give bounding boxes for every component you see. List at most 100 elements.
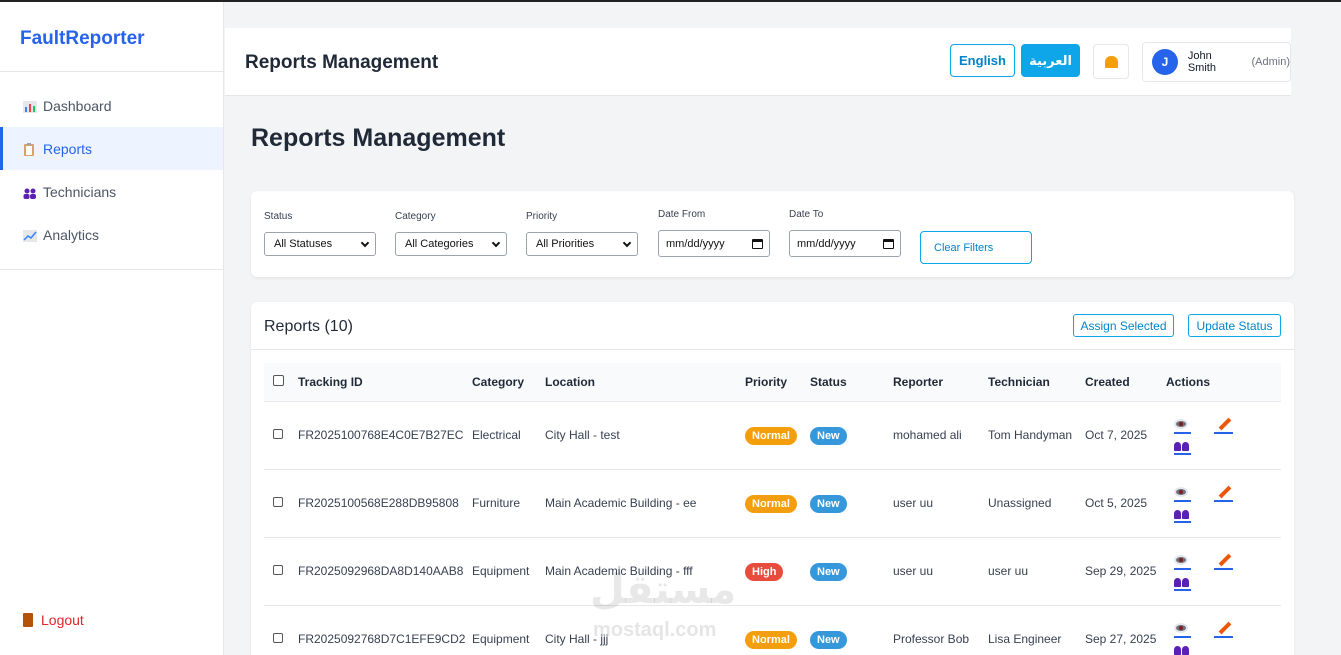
- priority-badge: Normal: [745, 494, 797, 513]
- brand-logo[interactable]: FaultReporter: [0, 2, 223, 72]
- priority-filter-label: Priority: [526, 211, 558, 222]
- location-cell: City Hall - jjj: [545, 604, 745, 655]
- view-eye-icon[interactable]: [1174, 487, 1188, 497]
- priority-select-value: All Priorities: [536, 238, 595, 250]
- arabic-button[interactable]: العربية: [1021, 44, 1080, 77]
- date-to-input[interactable]: mm/dd/yyyy: [789, 230, 901, 257]
- tracking-id[interactable]: FR2025100568E288DB95808: [298, 468, 472, 537]
- edit-pencil-icon[interactable]: [1214, 553, 1233, 570]
- chevron-down-icon: [360, 238, 370, 247]
- assign-people-icon[interactable]: [1174, 646, 1190, 655]
- column-header[interactable]: Technician: [988, 363, 1085, 401]
- technician-cell: Unassigned: [988, 468, 1085, 537]
- status-select-value: All Statuses: [274, 238, 333, 250]
- tracking-id[interactable]: FR2025092968DA8D140AAB8: [298, 536, 472, 605]
- user-role: (Admin): [1251, 56, 1290, 68]
- category-cell: Electrical: [472, 400, 545, 469]
- row-checkbox[interactable]: [273, 564, 283, 575]
- tracking-id[interactable]: FR2025092768D7C1EFE9CD2: [298, 604, 472, 655]
- priority-badge: High: [745, 562, 784, 581]
- status-badge: New: [810, 630, 847, 649]
- reporter-cell: user uu: [893, 536, 988, 605]
- assign-selected-button[interactable]: Assign Selected: [1073, 314, 1174, 337]
- notifications-button[interactable]: [1093, 44, 1129, 79]
- edit-pencil-icon[interactable]: [1214, 621, 1233, 638]
- view-underline: [1174, 568, 1191, 570]
- column-header[interactable]: Location: [545, 363, 745, 401]
- view-eye-icon[interactable]: [1174, 623, 1188, 634]
- assign-people-icon[interactable]: [1174, 442, 1190, 451]
- logout-link[interactable]: Logout: [23, 612, 84, 628]
- priority-badge: Normal: [745, 630, 797, 649]
- row-actions: [1166, 551, 1281, 591]
- assign-underline: [1174, 589, 1191, 591]
- sidebar-item-label: Reports: [43, 140, 93, 157]
- line-chart-icon: [23, 229, 37, 242]
- column-header[interactable]: Tracking ID: [298, 363, 472, 401]
- english-button[interactable]: English: [950, 44, 1015, 77]
- category-select[interactable]: All Categories: [395, 232, 507, 256]
- chevron-down-icon: [622, 238, 632, 247]
- sidebar-item-technicians[interactable]: Technicians: [0, 170, 223, 213]
- column-header[interactable]: Priority: [745, 363, 810, 401]
- select-all-checkbox[interactable]: [273, 374, 284, 386]
- user-menu[interactable]: J John Smith (Admin): [1142, 42, 1291, 82]
- people-icon: [23, 186, 37, 199]
- priority-badge: Normal: [745, 426, 797, 445]
- date-from-label: Date From: [658, 209, 706, 220]
- created-cell: Oct 5, 2025: [1085, 468, 1166, 537]
- status-badge: New: [810, 426, 847, 445]
- row-actions: [1166, 619, 1281, 655]
- door-icon: [23, 613, 33, 627]
- tracking-id[interactable]: FR2025100768E4C0E7B27EC: [298, 400, 472, 469]
- status-badge: New: [810, 494, 847, 513]
- sidebar-item-analytics[interactable]: Analytics: [0, 213, 223, 256]
- sidebar-item-reports[interactable]: Reports: [0, 127, 223, 170]
- status-filter: Status All Statuses: [264, 211, 376, 256]
- sidebar-item-label: Technicians: [43, 183, 117, 200]
- status-badge: New: [810, 562, 847, 581]
- category-filter: Category All Categories: [395, 211, 507, 256]
- category-cell: Equipment: [472, 536, 545, 605]
- clear-filters-button[interactable]: Clear Filters: [920, 231, 1032, 264]
- reports-table: Tracking ID Category Location Priority S…: [264, 363, 1281, 655]
- location-cell: Main Academic Building - fff: [545, 536, 745, 605]
- top-header: Reports Management English العربية J Joh…: [225, 28, 1291, 96]
- sidebar: FaultReporter Dashboard Reports Technici…: [0, 2, 224, 655]
- column-header[interactable]: Created: [1085, 363, 1166, 401]
- reporter-cell: Professor Bob: [893, 604, 988, 655]
- priority-filter: Priority All Priorities: [526, 211, 638, 256]
- sidebar-item-dashboard[interactable]: Dashboard: [0, 84, 223, 127]
- row-checkbox[interactable]: [273, 632, 283, 643]
- edit-pencil-icon[interactable]: [1214, 485, 1233, 502]
- chevron-down-icon: [491, 238, 501, 247]
- reports-title: Reports (10): [264, 318, 353, 335]
- column-header[interactable]: Category: [472, 363, 545, 401]
- row-checkbox[interactable]: [273, 428, 283, 439]
- date-to-filter: Date To mm/dd/yyyy: [789, 209, 901, 257]
- view-eye-icon[interactable]: [1174, 555, 1188, 565]
- edit-pencil-icon[interactable]: [1214, 417, 1233, 434]
- assign-people-icon[interactable]: [1174, 510, 1190, 519]
- user-name: John Smith: [1187, 50, 1216, 74]
- clipboard-icon: [23, 142, 37, 156]
- calendar-icon[interactable]: [752, 238, 763, 249]
- reporter-cell: user uu: [893, 468, 988, 537]
- update-status-button[interactable]: Update Status: [1188, 314, 1281, 337]
- column-header[interactable]: Status: [810, 363, 893, 401]
- reports-header: Reports (10) Assign Selected Update Stat…: [251, 302, 1294, 350]
- view-eye-icon[interactable]: [1174, 419, 1188, 429]
- technician-cell: Lisa Engineer: [988, 604, 1085, 655]
- assign-people-icon[interactable]: [1174, 578, 1190, 587]
- column-header[interactable]: Reporter: [893, 363, 988, 401]
- assign-underline: [1174, 521, 1191, 523]
- row-checkbox[interactable]: [273, 496, 283, 507]
- avatar: J: [1152, 49, 1178, 75]
- priority-select[interactable]: All Priorities: [526, 232, 638, 256]
- date-to-label: Date To: [789, 209, 824, 220]
- status-select[interactable]: All Statuses: [264, 232, 376, 256]
- date-from-input[interactable]: mm/dd/yyyy: [658, 230, 770, 257]
- created-cell: Sep 27, 2025: [1085, 604, 1166, 655]
- created-cell: Oct 7, 2025: [1085, 400, 1166, 469]
- calendar-icon[interactable]: [883, 238, 894, 249]
